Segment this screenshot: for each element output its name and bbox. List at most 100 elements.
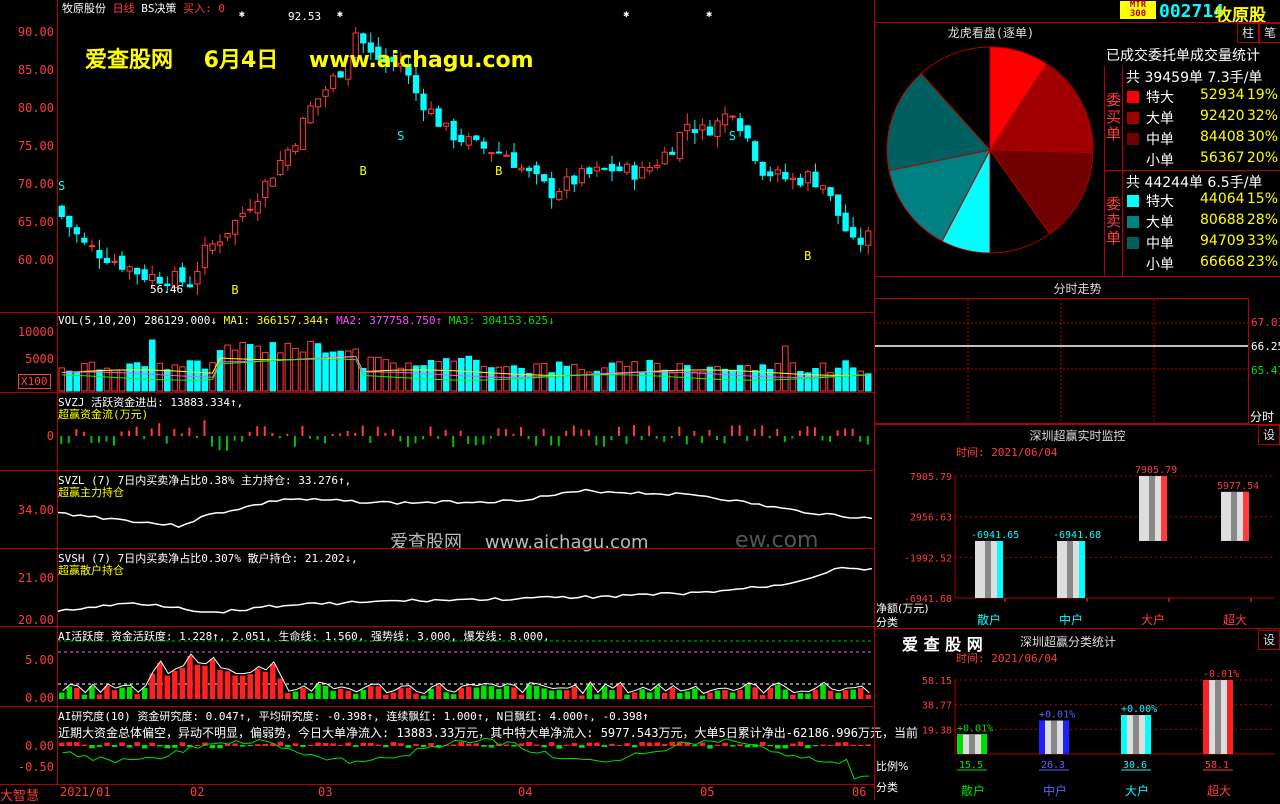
- flow-bar: [316, 436, 319, 440]
- ai-research-panel[interactable]: AI研究度(10) 资金研究度: 0.047↑, 平均研究度: -0.398↑,…: [0, 706, 918, 785]
- bar-stripe: [1133, 715, 1139, 754]
- candle-body: [209, 243, 216, 251]
- activity-bar: [413, 693, 419, 699]
- research-bar: [767, 745, 774, 747]
- column-button[interactable]: 柱: [1237, 23, 1259, 43]
- flow-bar: [859, 436, 862, 442]
- flow-bar: [700, 436, 703, 443]
- order-row: 特大 52934 19%: [1126, 87, 1280, 107]
- ai-research-bars: [59, 737, 871, 780]
- candle-body: [525, 167, 533, 172]
- research-bar: [850, 744, 856, 746]
- candle-body: [269, 177, 276, 187]
- flow-bar: [482, 436, 485, 445]
- date-tick: 03: [318, 785, 333, 799]
- intraday-chart[interactable]: [875, 298, 1249, 424]
- research-bar: [707, 745, 713, 749]
- candle-body: [103, 257, 111, 264]
- research-bar: [466, 743, 472, 746]
- volume-bar: [254, 345, 262, 392]
- fenshi-unit: 分时: [1250, 410, 1275, 424]
- retail-holding-line: [57, 566, 873, 614]
- flow-bar: [67, 436, 70, 444]
- flow-bar: [557, 436, 560, 447]
- volume-bar: [216, 350, 224, 392]
- research-bar: [96, 745, 103, 747]
- volume-bar: [782, 345, 789, 392]
- bar-value: -6941.65: [971, 530, 1019, 541]
- flow-bar: [286, 433, 289, 436]
- flow-bar: [474, 436, 477, 446]
- candle-body: [299, 117, 307, 151]
- activity-bar: [390, 692, 397, 699]
- monitor-tick: 7905.79: [910, 472, 952, 483]
- activity-bar: [368, 686, 374, 699]
- candle-body: [623, 163, 631, 173]
- activity-bar: [533, 685, 540, 699]
- flow-bar: [331, 433, 334, 436]
- activity-bar: [254, 668, 261, 699]
- candle-body: [593, 166, 601, 172]
- tick-button[interactable]: 笔: [1259, 23, 1280, 43]
- corner-label: 大智慧: [0, 789, 40, 804]
- activity-bar: [782, 689, 789, 699]
- svzj-panel[interactable]: SVZJ 活跃资金进出: 13883.334↑, 超赢资金流(万元) 0: [0, 392, 874, 471]
- activity-bar: [345, 690, 351, 699]
- volume-bar: [231, 349, 239, 392]
- activity-bar: [59, 692, 65, 699]
- research-bar: [609, 743, 615, 746]
- research-bar: [533, 744, 540, 746]
- flow-bar: [806, 426, 809, 436]
- volume-bar: [450, 360, 457, 392]
- bar-stripe: [1215, 680, 1221, 754]
- research-bar: [842, 742, 849, 746]
- flow-bar: [361, 425, 364, 436]
- volume-bar: [269, 342, 277, 392]
- research-bar: [631, 745, 638, 748]
- activity-bar: [277, 678, 284, 699]
- research-bar: [616, 744, 623, 746]
- flow-bar: [851, 428, 854, 436]
- flow-bar: [527, 436, 530, 440]
- activity-bar: [96, 694, 103, 699]
- bar-value: 15.5: [959, 760, 983, 771]
- volume-bar: [81, 362, 88, 392]
- fund-flow-bars: [60, 420, 869, 451]
- candle-body: [329, 75, 337, 89]
- candle-body: [231, 220, 239, 235]
- svsh-panel[interactable]: SVSH (7) 7日内买卖净占比0.307% 散户持仓: 21.202↓, 超…: [0, 548, 874, 627]
- svzl-panel[interactable]: SVZL (7) 7日内买卖净占比0.38% 主力持仓: 33.276↑, 超赢…: [0, 470, 874, 553]
- research-bar: [330, 743, 336, 746]
- volume-bar: [480, 365, 488, 392]
- activity-bar: [842, 690, 849, 699]
- research-bar: [759, 741, 766, 746]
- date-tick: 2021/01: [60, 785, 111, 799]
- flow-bar: [768, 436, 771, 439]
- candle-body: [842, 212, 849, 232]
- volume-bar: [171, 364, 179, 392]
- flow-bar: [376, 426, 379, 436]
- activity-bar: [692, 688, 698, 699]
- flow-bar: [587, 429, 590, 436]
- candle-body: [111, 260, 118, 263]
- candle-body: [465, 136, 472, 146]
- volume-bar: [751, 370, 759, 392]
- ai-activity-panel[interactable]: AI活跃度 资金活跃度: 1.228↑, 2.051, 生命线: 1.560, …: [0, 626, 874, 707]
- fenshi-title: 分时走势: [1053, 282, 1102, 296]
- activity-bar: [624, 694, 630, 699]
- flow-bar: [391, 429, 394, 436]
- research-bar: [744, 745, 751, 748]
- flow-bar: [173, 428, 176, 436]
- candle-body: [586, 167, 593, 175]
- research-bar: [669, 741, 676, 746]
- signal-s: S: [397, 129, 404, 143]
- bar-edge: [997, 540, 1003, 598]
- flow-bar: [618, 426, 621, 436]
- category-label: 超大: [1223, 612, 1247, 627]
- fenshi-tick: 65.47: [1251, 364, 1280, 377]
- flow-bar: [429, 426, 432, 436]
- kline-panel[interactable]: 牧原股份 日线 BS决策 买入: 0 90.00 85.00 80.00 75.…: [0, 0, 874, 312]
- volume-panel[interactable]: VOL(5,10,20) 286129.000↓ MA1: 366157.344…: [0, 312, 874, 393]
- bar-value: 30.6: [1123, 760, 1147, 771]
- legend-swatch: [1127, 195, 1139, 207]
